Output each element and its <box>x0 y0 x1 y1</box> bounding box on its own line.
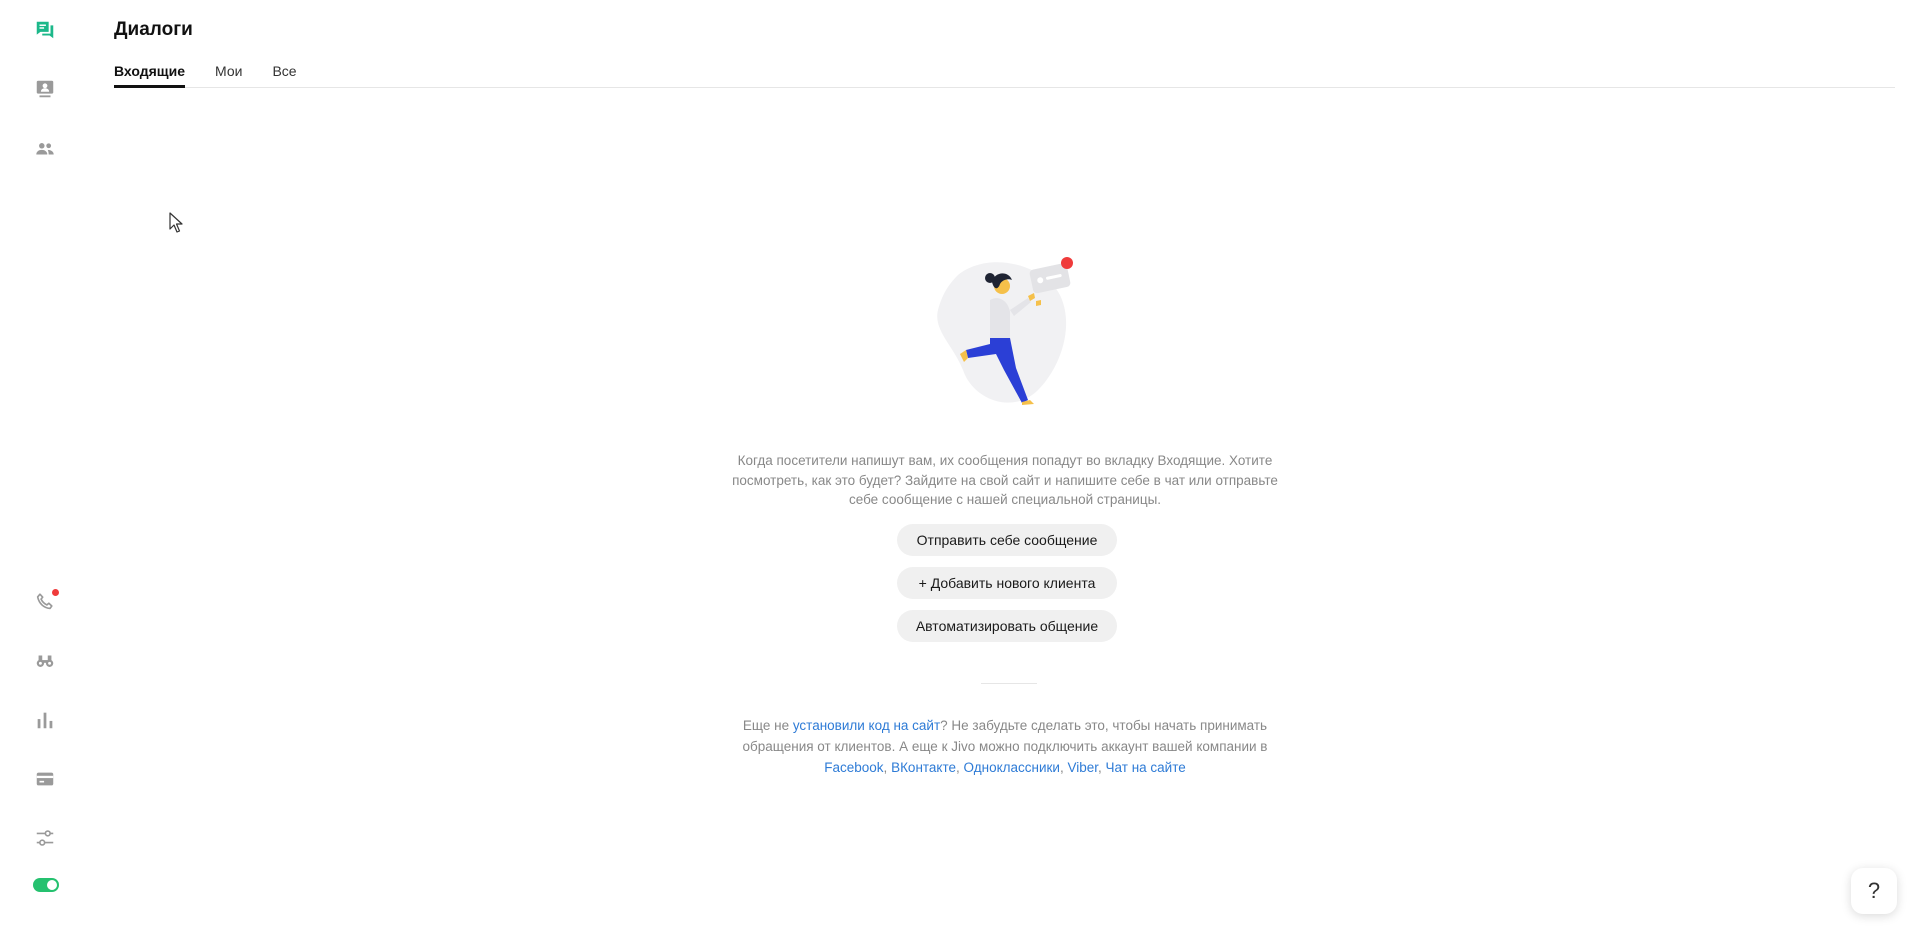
empty-state-description: Когда посетители напишут вам, их сообщен… <box>732 453 1278 507</box>
channel-link-odnoklassniki[interactable]: Одноклассники <box>964 760 1060 775</box>
binoculars-icon <box>36 655 54 667</box>
empty-inbox-illustration <box>937 257 1073 405</box>
bar-chart-icon <box>37 712 53 729</box>
reports-nav-item[interactable] <box>33 708 57 732</box>
channel-link-facebook[interactable]: Facebook <box>824 760 883 775</box>
chat-bubbles-icon <box>36 21 54 39</box>
help-button[interactable]: ? <box>1851 868 1897 914</box>
channel-link-site-chat[interactable]: Чат на сайте <box>1106 760 1186 775</box>
dialog-tabs: Входящие Мои Все <box>114 60 1895 88</box>
credit-card-icon <box>36 772 54 786</box>
divider <box>981 683 1037 684</box>
sidebar <box>0 0 90 931</box>
online-status-toggle[interactable] <box>33 878 59 892</box>
settings-nav-item[interactable] <box>33 826 57 850</box>
page-title: Диалоги <box>114 19 193 40</box>
add-new-client-button[interactable]: + Добавить нового клиента <box>897 567 1117 599</box>
team-icon <box>36 143 54 155</box>
calls-nav-item[interactable] <box>33 589 59 614</box>
automate-communication-button[interactable]: Автоматизировать общение <box>897 610 1117 642</box>
settings-sliders-icon <box>36 830 54 846</box>
tab-mine[interactable]: Мои <box>215 60 242 88</box>
tab-inbox[interactable]: Входящие <box>114 60 185 88</box>
team-nav-item[interactable] <box>33 137 57 161</box>
tab-all[interactable]: Все <box>272 60 296 88</box>
contacts-nav-item[interactable] <box>33 77 57 101</box>
install-code-link[interactable]: установили код на сайт <box>793 718 940 733</box>
channel-link-viber[interactable]: Viber <box>1068 760 1099 775</box>
notification-badge <box>52 589 59 596</box>
dialogs-nav-item[interactable] <box>33 18 57 42</box>
send-self-message-button[interactable]: Отправить себе сообщение <box>897 524 1117 556</box>
mouse-cursor-icon <box>169 212 183 233</box>
channel-link-vkontakte[interactable]: ВКонтакте <box>891 760 956 775</box>
install-code-hint: Еще не установили код на сайт? Не забудь… <box>742 718 1268 775</box>
contact-card-icon <box>36 80 54 98</box>
billing-nav-item[interactable] <box>33 767 57 791</box>
monitoring-nav-item[interactable] <box>33 649 57 673</box>
hint-prefix: Еще не <box>742 718 793 733</box>
toggle-knob <box>47 880 57 890</box>
